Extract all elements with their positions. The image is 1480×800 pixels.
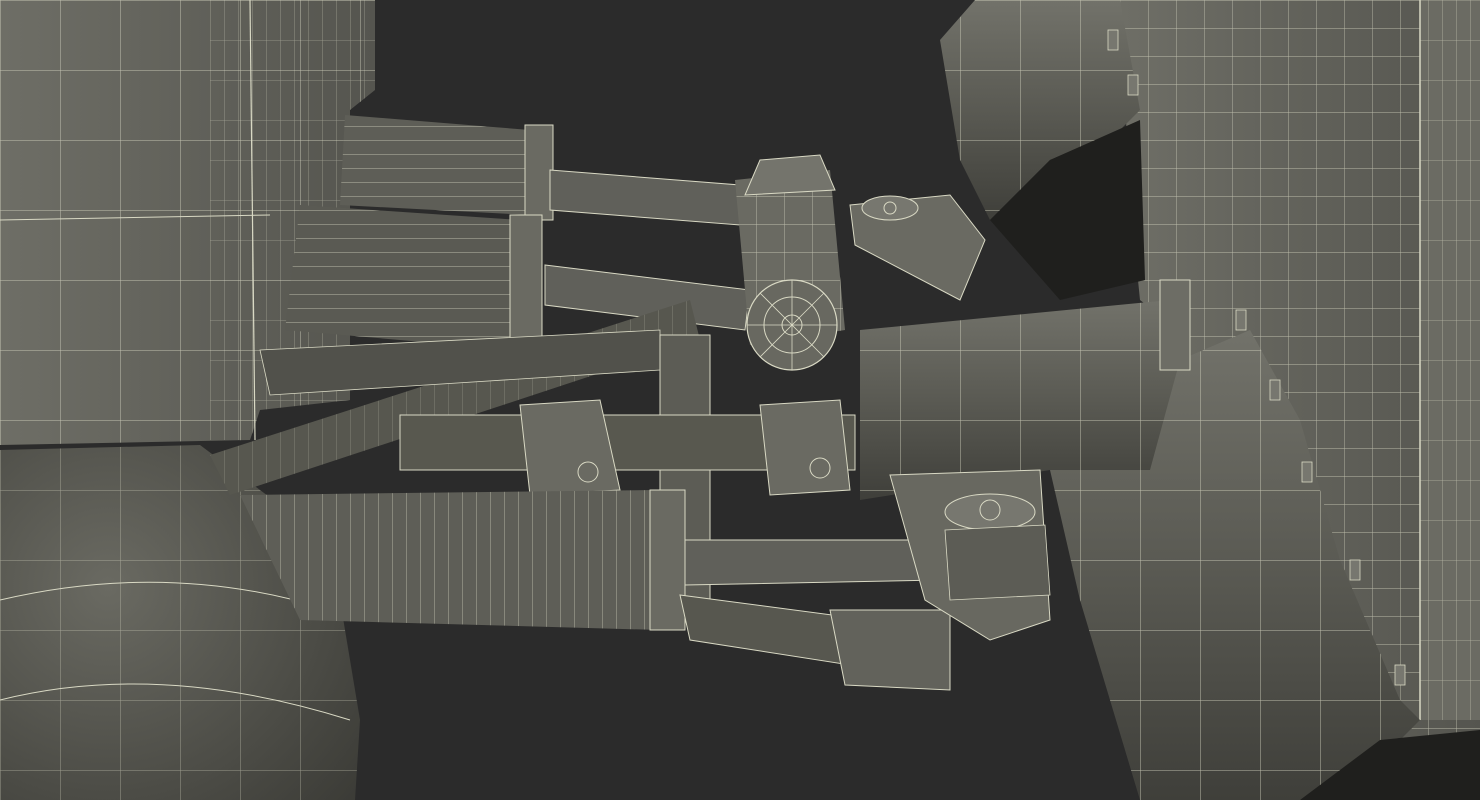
steering-knuckle	[735, 154, 845, 371]
render-viewport	[0, 0, 1480, 800]
wireframe-scene	[0, 0, 1480, 800]
piston-cylinder-middle	[285, 205, 543, 356]
piston-cylinder-upper	[340, 115, 554, 221]
